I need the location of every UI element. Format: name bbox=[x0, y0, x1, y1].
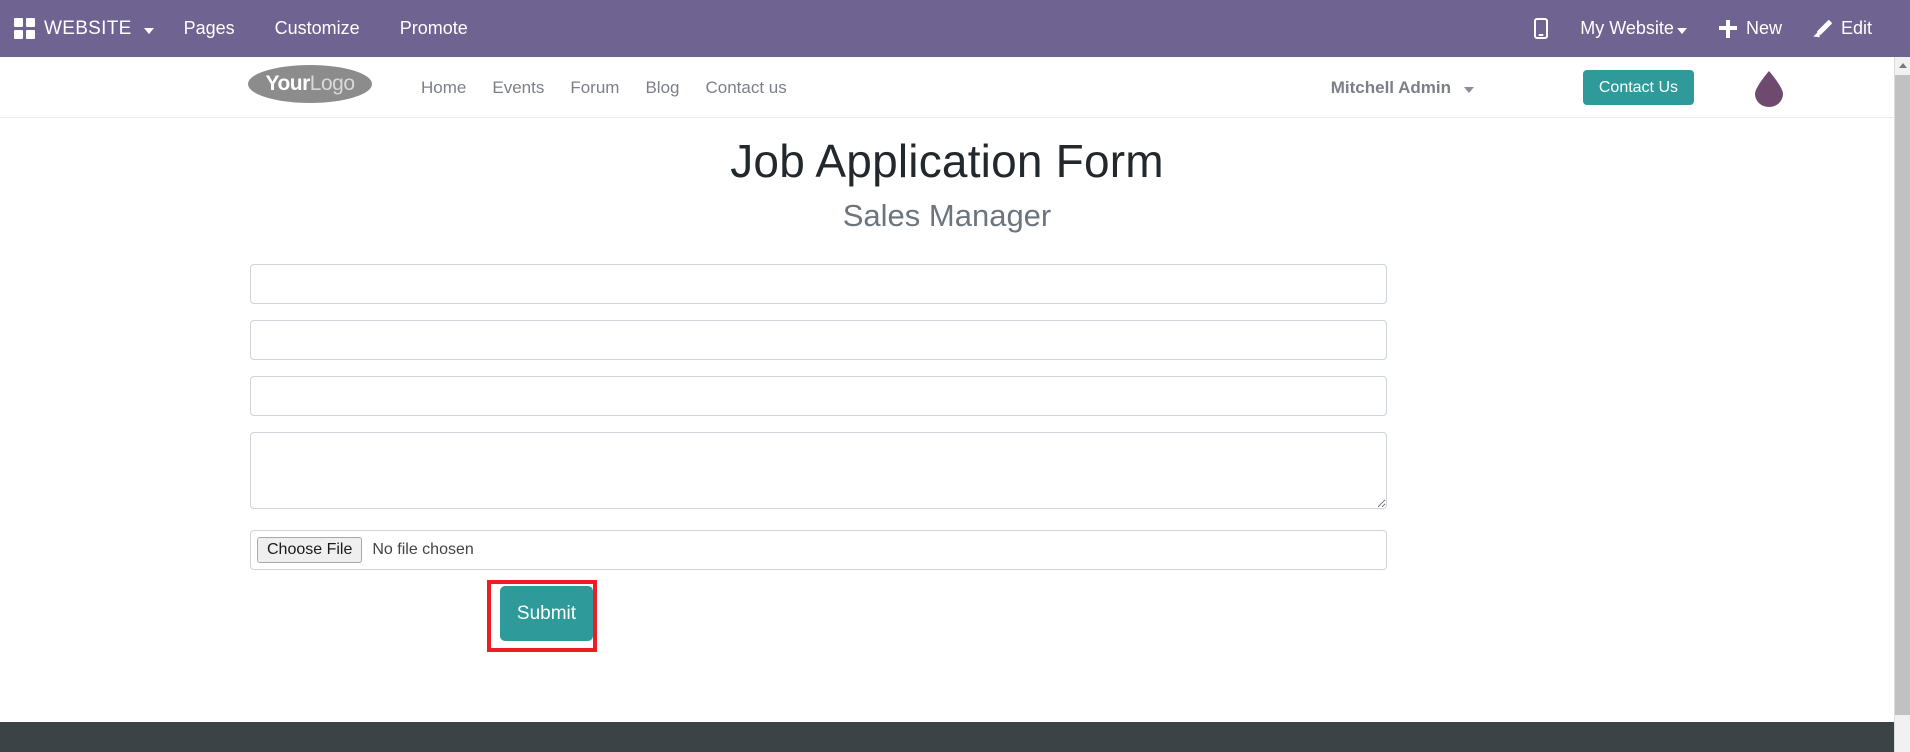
chevron-down-icon bbox=[1464, 86, 1474, 93]
menu-item-promote[interactable]: Promote bbox=[380, 0, 488, 57]
form-row-your-name: Your Name * bbox=[0, 264, 1894, 304]
form-row-your-phone-number: Your Phone Number * bbox=[0, 376, 1894, 416]
nav-link-forum[interactable]: Forum bbox=[557, 78, 632, 98]
apps-menu-button[interactable]: WEBSITE bbox=[0, 0, 164, 57]
grid-icon bbox=[14, 18, 35, 39]
your-name-input[interactable] bbox=[250, 264, 1387, 304]
logo-text-secondary: Logo bbox=[309, 72, 355, 95]
file-status-label: No file chosen bbox=[372, 541, 474, 558]
water-drop-icon bbox=[1755, 71, 1783, 107]
nav-link-contact-us[interactable]: Contact us bbox=[693, 78, 800, 98]
edit-button[interactable]: Edit bbox=[1798, 0, 1888, 57]
submit-button[interactable]: Submit bbox=[500, 586, 593, 641]
label-resume: Resume bbox=[0, 530, 316, 560]
your-email-input[interactable] bbox=[250, 320, 1387, 360]
form-row-your-email: Your Email * bbox=[0, 320, 1894, 360]
label-short-introduction: Short Introduction bbox=[0, 432, 398, 462]
menu-item-customize[interactable]: Customize bbox=[255, 0, 380, 57]
mobile-phone-icon bbox=[1534, 18, 1549, 39]
choose-file-button[interactable]: Choose File bbox=[257, 537, 363, 563]
form-row-resume: Resume Choose File No file chosen bbox=[0, 530, 1894, 570]
submit-row: Submit bbox=[0, 580, 1894, 652]
page-content: Job Application Form Sales Manager Your … bbox=[0, 118, 1894, 722]
editor-bar-left: WEBSITE Pages Customize Promote bbox=[0, 0, 488, 57]
field-wrap-resume: Choose File No file chosen bbox=[250, 530, 1387, 570]
form-row-short-introduction: Short Introduction bbox=[0, 432, 1894, 514]
resume-file-input[interactable]: Choose File No file chosen bbox=[250, 530, 1387, 570]
nav-link-blog[interactable]: Blog bbox=[632, 78, 692, 98]
odoo-editor-bar: WEBSITE Pages Customize Promote My Websi… bbox=[0, 0, 1910, 57]
new-button[interactable]: New bbox=[1703, 0, 1798, 57]
triangle-up-icon bbox=[1898, 63, 1907, 68]
edit-label: Edit bbox=[1840, 18, 1872, 38]
label-your-phone-number: Your Phone Number * bbox=[0, 376, 424, 406]
avatar[interactable] bbox=[1752, 69, 1786, 107]
editor-bar-right: My Website New Edit bbox=[1518, 0, 1910, 57]
website-header: Your Logo Home Events Forum Blog Contact … bbox=[0, 57, 1894, 118]
new-label: New bbox=[1745, 18, 1782, 38]
short-introduction-textarea[interactable] bbox=[250, 432, 1387, 509]
label-your-name: Your Name * bbox=[0, 264, 350, 294]
chevron-down-icon bbox=[143, 27, 154, 34]
contact-us-button[interactable]: Contact Us bbox=[1582, 70, 1694, 105]
scrollbar-thumb[interactable] bbox=[1895, 75, 1910, 715]
field-wrap-your-name bbox=[250, 264, 1387, 304]
user-name-label: Mitchell Admin bbox=[1330, 77, 1451, 97]
field-wrap-short-introduction bbox=[250, 432, 1387, 514]
your-phone-number-input[interactable] bbox=[250, 376, 1387, 416]
app-name-label: WEBSITE bbox=[44, 17, 132, 39]
user-menu-button[interactable]: Mitchell Admin bbox=[1331, 57, 1474, 118]
site-selector-label: My Website bbox=[1580, 18, 1674, 38]
field-wrap-your-email bbox=[250, 320, 1387, 360]
field-wrap-your-phone-number bbox=[250, 376, 1387, 416]
page-footer bbox=[0, 722, 1894, 752]
job-application-form: Your Name * Your Email * Your Phone Numb… bbox=[0, 264, 1894, 652]
mobile-preview-button[interactable] bbox=[1518, 0, 1564, 57]
site-logo[interactable]: Your Logo bbox=[248, 65, 372, 103]
scroll-up-button[interactable] bbox=[1895, 57, 1910, 74]
pencil-icon bbox=[1814, 20, 1832, 38]
site-navigation: Home Events Forum Blog Contact us bbox=[408, 57, 800, 118]
page-subtitle: Sales Manager bbox=[842, 198, 1052, 233]
site-selector-button[interactable]: My Website bbox=[1564, 0, 1703, 57]
nav-link-events[interactable]: Events bbox=[479, 78, 557, 98]
logo-text-primary: Your bbox=[265, 72, 311, 95]
plus-icon bbox=[1718, 19, 1737, 38]
vertical-scrollbar[interactable] bbox=[1894, 57, 1910, 752]
page-title: Job Application Form bbox=[730, 135, 1164, 187]
menu-item-pages[interactable]: Pages bbox=[164, 0, 255, 57]
label-your-email: Your Email * bbox=[0, 320, 349, 350]
nav-link-home[interactable]: Home bbox=[408, 78, 479, 98]
chevron-down-icon bbox=[1676, 27, 1687, 34]
